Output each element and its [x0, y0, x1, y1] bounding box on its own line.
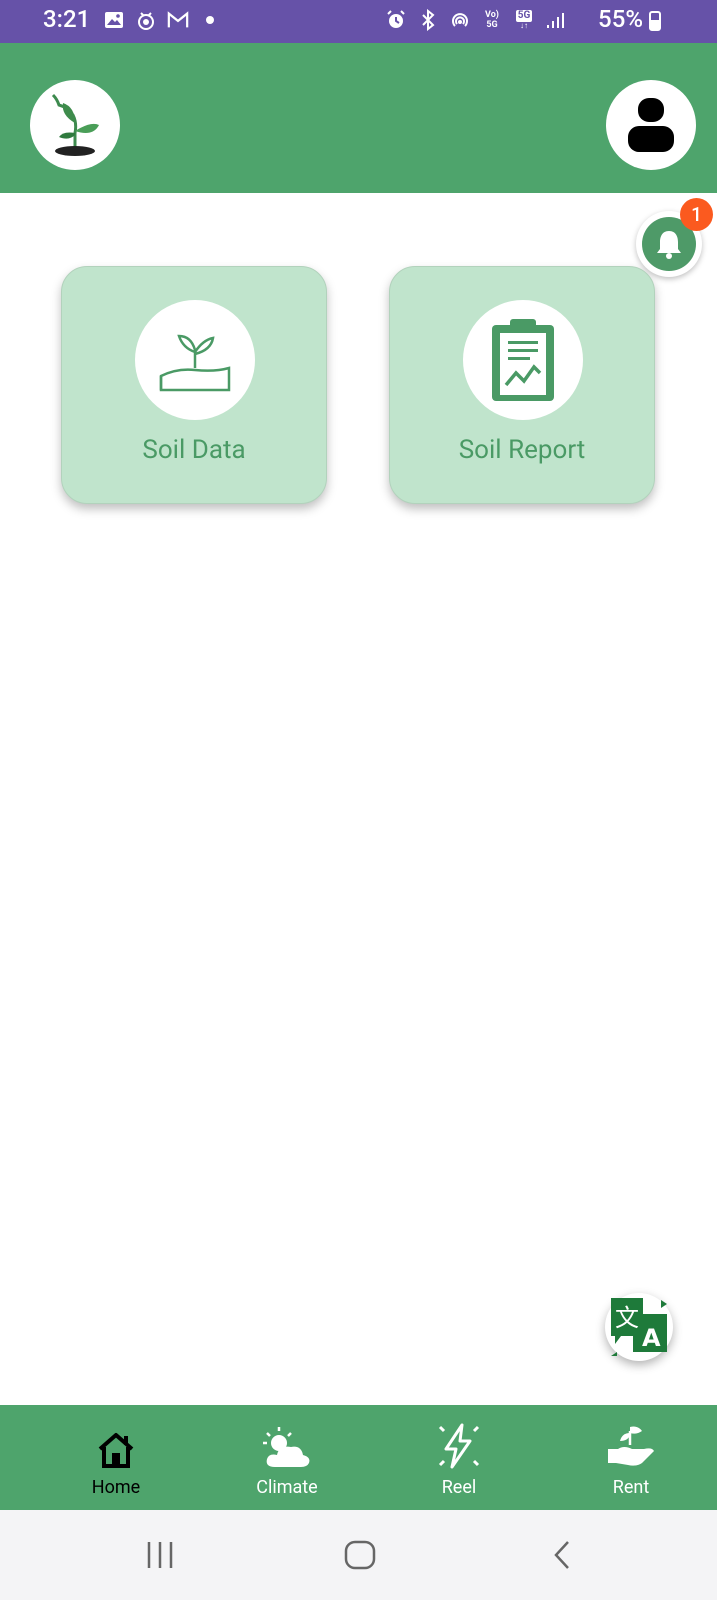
- status-bar: 3:21 Vo) 5G 5G ↓↑ 55%: [0, 0, 717, 43]
- gmail-icon: [167, 9, 189, 31]
- volte-top: Vo): [485, 10, 499, 20]
- nav-home-label: Home: [91, 1477, 141, 1498]
- battery-icon: [649, 11, 661, 31]
- signal-icon: [545, 9, 567, 31]
- svg-text:文: 文: [615, 1304, 639, 1332]
- soil-report-label: Soil Report: [458, 435, 586, 465]
- notification-badge: 1: [680, 198, 713, 231]
- lightning-icon: [436, 1423, 482, 1469]
- soil-data-card[interactable]: Soil Data: [61, 266, 327, 504]
- translate-button[interactable]: 文 A: [605, 1293, 673, 1361]
- bluetooth-icon: [417, 9, 439, 31]
- home-circle-icon[interactable]: [344, 1540, 376, 1570]
- soil-sprout-icon: [135, 300, 255, 420]
- hotspot-icon: [449, 9, 471, 31]
- back-icon[interactable]: [550, 1540, 574, 1570]
- cloud-sun-icon: [261, 1423, 313, 1469]
- system-navigation-bar: [0, 1510, 717, 1600]
- nav-reel[interactable]: Reel: [399, 1405, 519, 1510]
- notification-app-icon: [135, 9, 157, 31]
- recents-icon[interactable]: [145, 1540, 175, 1570]
- battery-percent: 55%: [598, 5, 643, 33]
- bottom-navigation: Home Climate Reel Rent: [0, 1405, 717, 1510]
- soil-data-label: Soil Data: [142, 435, 246, 465]
- gallery-icon: [103, 9, 125, 31]
- app-header: [0, 43, 717, 193]
- plant-logo-icon[interactable]: [30, 80, 120, 170]
- alarm-icon: [385, 9, 407, 31]
- nav-reel-label: Reel: [441, 1477, 477, 1498]
- clipboard-report-icon: [463, 300, 583, 420]
- volte-icon: Vo) 5G: [481, 9, 503, 31]
- nav-home[interactable]: Home: [56, 1405, 176, 1510]
- nav-rent-label: Rent: [612, 1477, 650, 1498]
- nav-climate-label: Climate: [256, 1477, 318, 1498]
- hand-plant-icon: [606, 1423, 656, 1469]
- user-avatar-icon[interactable]: [606, 80, 696, 170]
- home-icon: [96, 1423, 136, 1469]
- status-time: 3:21: [43, 5, 91, 33]
- nav-climate[interactable]: Climate: [227, 1405, 347, 1510]
- svg-text:A: A: [642, 1324, 661, 1352]
- nav-rent[interactable]: Rent: [571, 1405, 691, 1510]
- translate-icon: 文 A: [611, 1298, 667, 1356]
- network-5g-icon: 5G ↓↑: [515, 10, 533, 30]
- soil-report-card[interactable]: Soil Report: [389, 266, 655, 504]
- volte-bottom: 5G: [486, 20, 498, 30]
- dot-icon: [199, 9, 221, 31]
